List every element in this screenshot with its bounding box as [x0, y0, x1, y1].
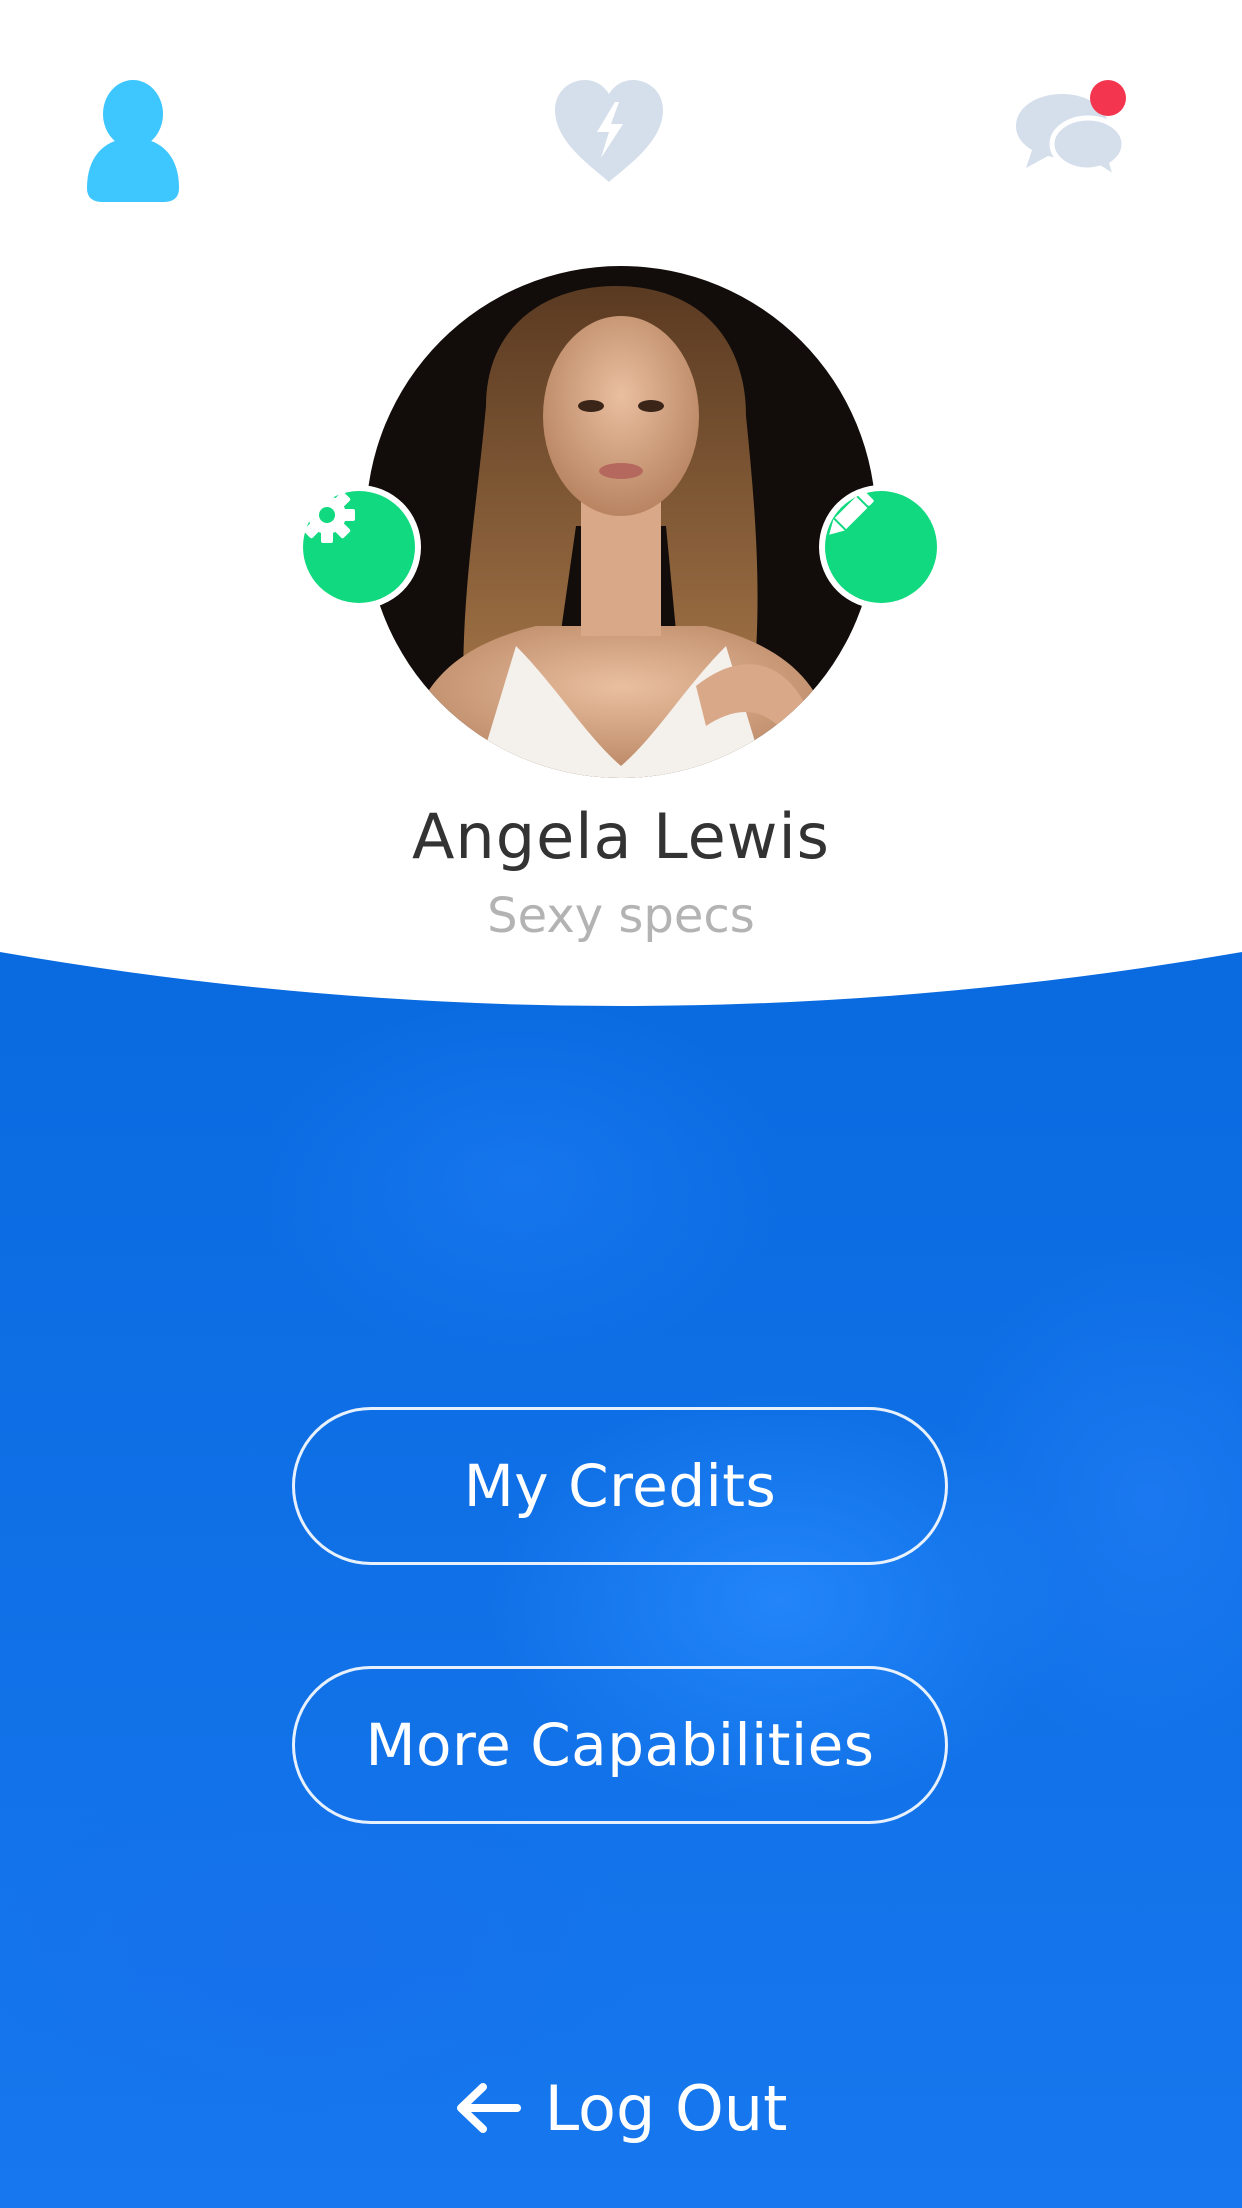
logout-label: Log Out: [544, 2071, 788, 2145]
chat-bubbles-icon: [1016, 80, 1127, 184]
avatar[interactable]: [366, 266, 876, 778]
my-credits-button[interactable]: My Credits: [292, 1407, 948, 1565]
tab-match[interactable]: [551, 78, 691, 218]
profile-screen: Angela Lewis Sexy specs My Credits More …: [0, 0, 1242, 2208]
arrow-left-icon: [455, 2083, 521, 2133]
avatar-photo: [366, 266, 876, 778]
my-credits-label: My Credits: [463, 1452, 777, 1520]
pencil-icon: [829, 490, 874, 535]
profile-name: Angela Lewis: [412, 800, 830, 873]
settings-button-circle: [299, 487, 415, 603]
more-capabilities-button[interactable]: More Capabilities: [292, 1666, 948, 1824]
tab-profile[interactable]: [83, 78, 223, 218]
profile-tagline: Sexy specs: [487, 888, 755, 944]
more-capabilities-label: More Capabilities: [365, 1711, 875, 1779]
edit-profile-button[interactable]: [819, 485, 943, 609]
tab-messages[interactable]: [1012, 78, 1152, 218]
profile-header-panel: Angela Lewis Sexy specs: [0, 0, 1242, 1012]
gear-icon: [299, 487, 355, 543]
settings-button[interactable]: [297, 485, 421, 609]
person-icon: [87, 80, 179, 202]
logout-button[interactable]: Log Out: [0, 2068, 1242, 2148]
heart-bolt-icon: [555, 80, 663, 182]
notification-dot: [1090, 80, 1126, 116]
edit-button-circle: [825, 490, 937, 603]
